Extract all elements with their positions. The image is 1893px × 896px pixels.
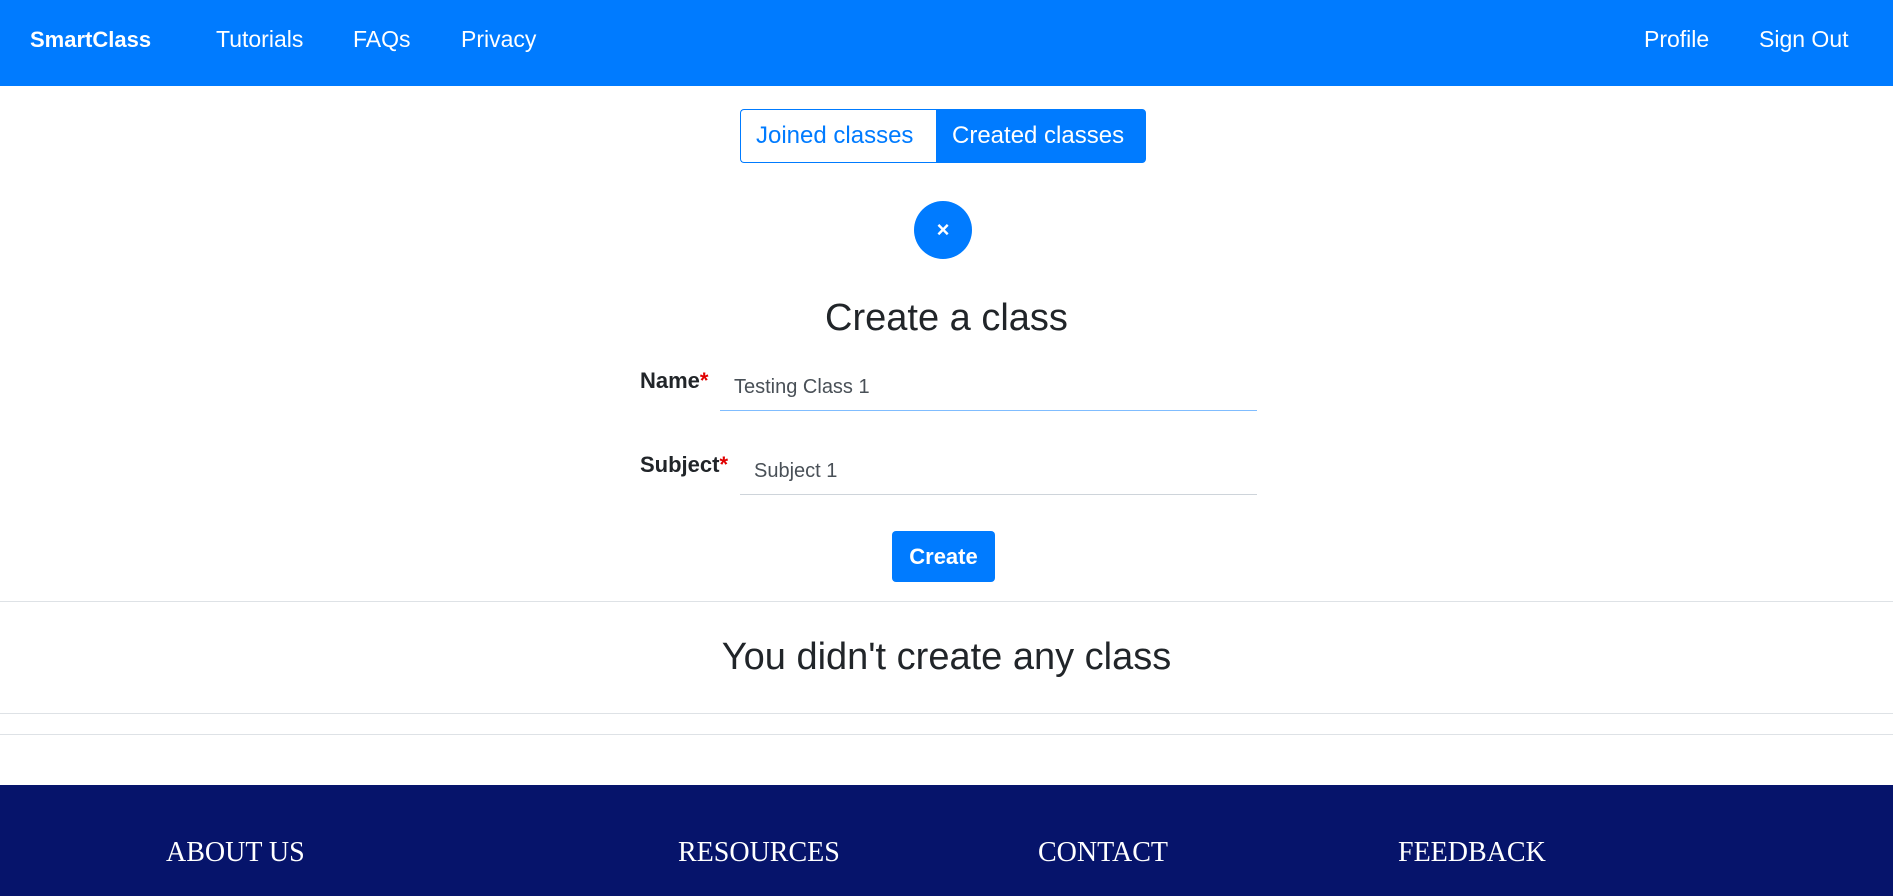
class-toggle-group: Joined classes Created classes — [740, 109, 1146, 163]
nav-profile[interactable]: Profile — [1644, 26, 1709, 53]
joined-classes-button[interactable]: Joined classes — [740, 109, 936, 163]
name-label: Name* — [640, 368, 708, 394]
footer-about-heading: ABOUT US — [166, 837, 305, 868]
footer-feedback-heading: FEEDBACK — [1398, 837, 1546, 868]
nav-sign-out[interactable]: Sign Out — [1759, 26, 1849, 53]
divider — [0, 734, 1893, 735]
nav-tutorials[interactable]: Tutorials — [216, 26, 303, 53]
subject-label-text: Subject — [640, 452, 720, 477]
name-label-text: Name — [640, 368, 700, 393]
name-input[interactable] — [720, 365, 1257, 411]
divider — [0, 601, 1893, 602]
footer-resources-heading: RESOURCES — [678, 837, 840, 868]
divider — [0, 713, 1893, 714]
nav-privacy[interactable]: Privacy — [461, 26, 536, 53]
subject-input[interactable] — [740, 449, 1257, 495]
created-classes-button[interactable]: Created classes — [936, 109, 1146, 163]
close-icon: × — [936, 217, 950, 242]
subject-label: Subject* — [640, 452, 728, 478]
required-mark: * — [699, 368, 709, 393]
empty-state-message: You didn't create any class — [721, 636, 1172, 678]
required-mark: * — [719, 452, 729, 477]
nav-faqs[interactable]: FAQs — [353, 26, 411, 53]
footer-contact-heading: CONTACT — [1038, 837, 1168, 868]
form-title: Create a class — [825, 297, 1068, 339]
create-button[interactable]: Create — [892, 531, 995, 582]
top-navbar: SmartClass Tutorials FAQs Privacy Profil… — [0, 0, 1893, 86]
close-form-button[interactable]: × — [914, 201, 972, 259]
brand-logo[interactable]: SmartClass — [30, 27, 151, 53]
footer: ABOUT US RESOURCES CONTACT FEEDBACK — [0, 785, 1893, 896]
